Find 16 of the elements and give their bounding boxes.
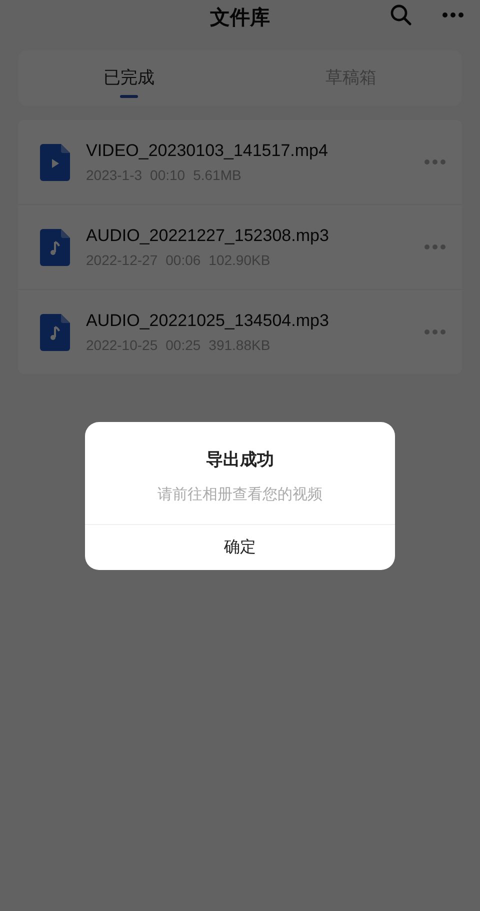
search-icon[interactable] (390, 4, 412, 26)
file-name: VIDEO_20230103_141517.mp4 (86, 141, 329, 161)
dialog-title: 导出成功 (206, 449, 274, 471)
more-icon[interactable] (442, 12, 464, 18)
video-file-icon (40, 144, 70, 180)
more-icon[interactable] (424, 329, 446, 335)
dialog-message: 请前往相册查看您的视频 (158, 485, 322, 504)
audio-file-icon (40, 228, 70, 266)
tab[interactable]: 已完成 (18, 50, 240, 106)
page-title: 文件库 (210, 4, 270, 30)
confirm-button[interactable]: 确定 (85, 524, 395, 570)
audio-file-icon (40, 314, 70, 350)
file-name: AUDIO_20221227_152308.mp3 (86, 226, 330, 246)
more-icon[interactable] (424, 244, 446, 250)
file-name: AUDIO_20221025_134504.mp3 (86, 311, 330, 331)
more-icon[interactable] (424, 159, 446, 165)
